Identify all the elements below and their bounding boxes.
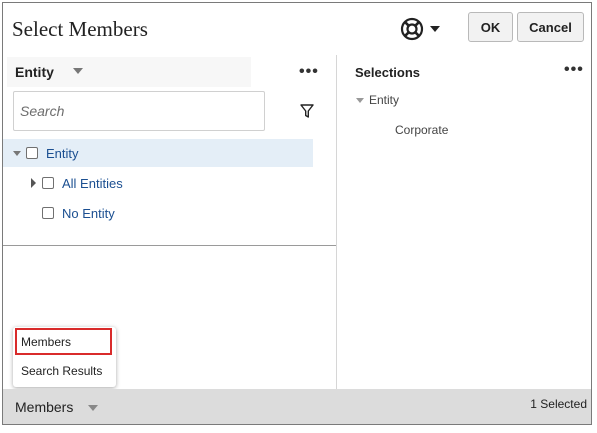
tree-row-entity[interactable]: Entity [3,139,313,167]
chevron-down-icon [430,26,440,32]
checkbox[interactable] [42,207,54,219]
view-menu-popup: Members Search Results [13,327,116,387]
view-selector-label[interactable]: Members [15,399,73,415]
checkbox[interactable] [42,177,54,189]
panel-divider [336,55,337,390]
footer-bar: Members 1 Selected [3,389,591,424]
cancel-button[interactable]: Cancel [517,12,584,42]
collapse-icon[interactable] [13,150,21,156]
tree-row-no-entity[interactable]: No Entity [3,199,115,227]
view-dropdown-icon[interactable] [88,405,98,411]
members-panel: Entity ••• Entity All Entities No Entity [3,55,336,246]
search-input[interactable] [13,91,265,131]
selected-count: 1 Selected [530,397,587,411]
ok-button[interactable]: OK [468,12,513,42]
selected-member[interactable]: Corporate [395,123,448,137]
tree-label[interactable]: All Entities [62,176,123,191]
selection-group-label: Entity [369,93,400,107]
dimension-selector[interactable]: Entity [7,57,251,87]
help-menu[interactable] [400,15,446,43]
filter-funnel-icon[interactable] [300,104,314,118]
dimension-dropdown-icon[interactable] [73,68,83,74]
dialog-title: Select Members [12,17,148,41]
lifebuoy-icon [400,17,424,41]
select-members-dialog: Select Members OK Cancel Entity ••• Sear… [2,2,592,425]
checkbox[interactable] [26,147,38,159]
selections-more-menu-icon[interactable]: ••• [564,62,584,78]
menu-item-members[interactable]: Members [15,328,112,355]
tree-label[interactable]: No Entity [62,206,115,221]
members-more-menu-icon[interactable]: ••• [299,64,319,80]
collapse-icon[interactable] [356,97,364,103]
menu-item-search-results[interactable]: Search Results [15,357,112,384]
selections-title: Selections [355,65,421,80]
expand-icon[interactable] [31,178,36,188]
tree-row-all-entities[interactable]: All Entities [3,169,123,197]
dimension-label: Entity [15,64,54,80]
selection-group-entity[interactable]: Entity [356,93,399,107]
tree-label[interactable]: Entity [46,146,79,161]
